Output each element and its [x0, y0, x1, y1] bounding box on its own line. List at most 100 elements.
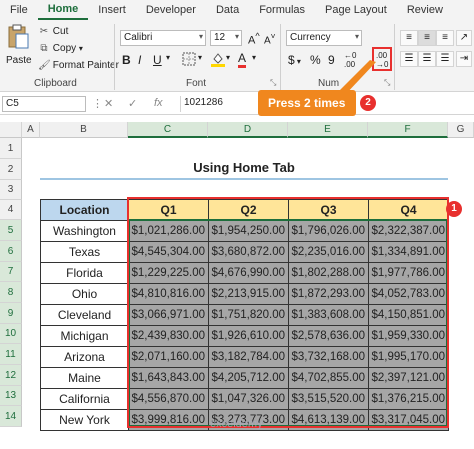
column-header-c[interactable]: C — [128, 122, 208, 138]
bold-button[interactable]: B — [122, 53, 131, 67]
header-location[interactable]: Location — [40, 199, 129, 221]
value-cell[interactable]: $4,205,712.00 — [208, 367, 289, 389]
row-header[interactable]: 13 — [0, 386, 22, 406]
copy-button[interactable]: ⧉ Copy ▾ — [38, 43, 83, 55]
value-cell[interactable]: $1,995,170.00 — [368, 346, 449, 368]
header-q1[interactable]: Q1 — [128, 199, 209, 221]
number-format-dropdown[interactable]: Currency ▾ — [286, 30, 362, 46]
row-header[interactable]: 14 — [0, 406, 22, 427]
column-header-g[interactable]: G — [448, 122, 474, 138]
location-cell[interactable]: Texas — [40, 241, 129, 263]
value-cell[interactable]: $2,322,387.00 — [368, 220, 449, 242]
location-cell[interactable]: Arizona — [40, 346, 129, 368]
number-dialog-launcher-icon[interactable]: ⤡ — [384, 78, 390, 88]
fill-color-button[interactable] — [210, 51, 226, 70]
font-size-dropdown[interactable]: 12 ▾ — [210, 30, 242, 46]
align-left-button[interactable]: ☰ — [400, 51, 418, 67]
tab-developer[interactable]: Developer — [136, 0, 206, 20]
indent-button[interactable]: ⇥ — [456, 51, 472, 67]
select-all-corner[interactable] — [0, 122, 22, 138]
tab-review[interactable]: Review — [397, 0, 453, 20]
header-q2[interactable]: Q2 — [208, 199, 289, 221]
column-header-e[interactable]: E — [288, 122, 368, 138]
column-header-d[interactable]: D — [208, 122, 288, 138]
location-cell[interactable]: Florida — [40, 262, 129, 284]
row-header[interactable]: 11 — [0, 344, 22, 365]
tab-page-layout[interactable]: Page Layout — [315, 0, 397, 20]
value-cell[interactable]: $3,182,784.00 — [208, 346, 289, 368]
fill-color-dropdown[interactable]: ▾ — [226, 53, 230, 62]
value-cell[interactable]: $4,613,139.00 — [288, 409, 369, 431]
location-cell[interactable]: Cleveland — [40, 304, 129, 326]
row-header[interactable]: 9 — [0, 303, 22, 324]
header-q4[interactable]: Q4 — [368, 199, 449, 221]
tab-home[interactable]: Home — [37, 0, 89, 20]
row-header[interactable]: 4 — [0, 200, 22, 220]
align-right-button[interactable]: ☰ — [436, 51, 454, 67]
row-header[interactable]: 2 — [0, 159, 22, 180]
format-painter-button[interactable]: 🖌 Format Painter — [38, 60, 119, 72]
location-cell[interactable]: California — [40, 388, 129, 410]
increase-font-button[interactable]: A^ — [248, 31, 260, 47]
value-cell[interactable]: $2,578,636.00 — [288, 325, 369, 347]
value-cell[interactable]: $2,439,830.00 — [128, 325, 209, 347]
percent-style-button[interactable]: % — [310, 53, 321, 67]
row-header[interactable]: 3 — [0, 180, 22, 200]
font-name-dropdown[interactable]: Calibri ▾ — [120, 30, 206, 46]
paste-button[interactable]: Paste — [6, 24, 34, 72]
value-cell[interactable]: $4,150,851.00 — [368, 304, 449, 326]
row-header[interactable]: 8 — [0, 282, 22, 303]
value-cell[interactable]: $1,376,215.00 — [368, 388, 449, 410]
value-cell[interactable]: $1,751,820.00 — [208, 304, 289, 326]
value-cell[interactable]: $1,229,225.00 — [128, 262, 209, 284]
value-cell[interactable]: $2,213,915.00 — [208, 283, 289, 305]
value-cell[interactable]: $1,872,293.00 — [288, 283, 369, 305]
row-header[interactable]: 7 — [0, 262, 22, 282]
borders-button[interactable] — [182, 52, 196, 69]
value-cell[interactable]: $3,317,045.00 — [368, 409, 449, 431]
value-cell[interactable]: $3,999,816.00 — [128, 409, 209, 431]
value-cell[interactable]: $1,383,608.00 — [288, 304, 369, 326]
value-cell[interactable]: $4,702,855.00 — [288, 367, 369, 389]
align-center-button[interactable]: ☰ — [418, 51, 436, 67]
font-dialog-launcher-icon[interactable]: ⤡ — [270, 78, 276, 88]
value-cell[interactable]: $4,556,870.00 — [128, 388, 209, 410]
tab-insert[interactable]: Insert — [88, 0, 136, 20]
value-cell[interactable]: $4,810,816.00 — [128, 283, 209, 305]
bottom-align-button[interactable]: ≡ — [436, 30, 454, 46]
value-cell[interactable]: $3,680,872.00 — [208, 241, 289, 263]
underline-button[interactable]: U — [153, 53, 162, 67]
value-cell[interactable]: $1,643,843.00 — [128, 367, 209, 389]
borders-dropdown[interactable]: ▾ — [198, 53, 202, 62]
tab-data[interactable]: Data — [206, 0, 249, 20]
value-cell[interactable]: $4,545,304.00 — [128, 241, 209, 263]
location-cell[interactable]: Michigan — [40, 325, 129, 347]
value-cell[interactable]: $1,977,786.00 — [368, 262, 449, 284]
value-cell[interactable]: $1,796,026.00 — [288, 220, 369, 242]
column-header-f[interactable]: F — [368, 122, 448, 138]
value-cell[interactable]: $2,071,160.00 — [128, 346, 209, 368]
row-header[interactable]: 6 — [0, 241, 22, 262]
middle-align-button[interactable]: ≡ — [418, 30, 436, 46]
insert-function-icon[interactable]: fx — [154, 97, 163, 109]
font-color-button[interactable]: A — [238, 51, 247, 68]
underline-dropdown[interactable]: ▾ — [166, 53, 170, 62]
enter-icon[interactable]: ✓ — [128, 97, 137, 110]
tab-formulas[interactable]: Formulas — [249, 0, 315, 20]
value-cell[interactable]: $4,676,990.00 — [208, 262, 289, 284]
header-q3[interactable]: Q3 — [288, 199, 369, 221]
row-header[interactable]: 5 — [0, 220, 22, 241]
column-header-b[interactable]: B — [40, 122, 128, 138]
location-cell[interactable]: New York — [40, 409, 129, 431]
value-cell[interactable]: $1,334,891.00 — [368, 241, 449, 263]
italic-button[interactable]: I — [138, 53, 141, 67]
tab-file[interactable]: File — [0, 0, 38, 20]
orientation-button[interactable]: ↗ — [456, 30, 472, 46]
name-box[interactable]: C5 — [2, 96, 86, 112]
row-header[interactable]: 1 — [0, 138, 22, 159]
cancel-icon[interactable]: ✕ — [104, 97, 113, 110]
row-header[interactable]: 10 — [0, 324, 22, 344]
value-cell[interactable]: $3,515,520.00 — [288, 388, 369, 410]
column-header-a[interactable]: A — [22, 122, 40, 138]
value-cell[interactable]: $1,959,330.00 — [368, 325, 449, 347]
